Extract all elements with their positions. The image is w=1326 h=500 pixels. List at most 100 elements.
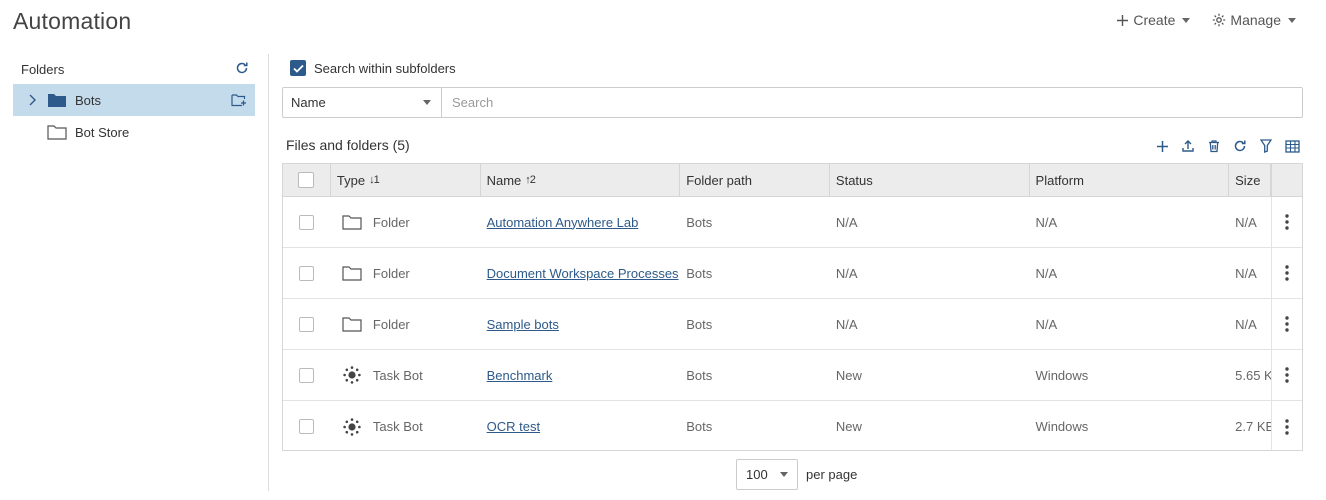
- search-input[interactable]: [442, 88, 1302, 117]
- tree-item-label: Bots: [75, 92, 102, 108]
- folder-icon: [341, 265, 363, 281]
- row-folder-path: Bots: [686, 214, 713, 230]
- folders-panel: Folders Bots Bot Store: [13, 54, 255, 148]
- per-page-value: 100: [746, 467, 768, 482]
- row-folder-path: Bots: [686, 367, 713, 383]
- row-status: N/A: [835, 265, 858, 281]
- refresh-icon[interactable]: [1232, 138, 1248, 154]
- row-type: Task Bot: [372, 419, 423, 434]
- sort-desc-icon: ↓1: [369, 174, 380, 186]
- row-checkbox[interactable]: [299, 419, 315, 434]
- tree-item-label: Bot Store: [75, 124, 130, 140]
- column-platform[interactable]: Platform: [1030, 164, 1230, 196]
- upload-icon[interactable]: [1180, 138, 1196, 154]
- folder-icon: [47, 124, 69, 140]
- row-checkbox[interactable]: [299, 316, 315, 332]
- row-type: Task Bot: [372, 367, 423, 383]
- chevron-down-icon: [1182, 17, 1191, 23]
- create-label: Create: [1133, 12, 1176, 28]
- row-folder-path: Bots: [686, 316, 713, 332]
- row-status: New: [835, 419, 862, 434]
- delete-icon[interactable]: [1206, 138, 1222, 154]
- filter-icon[interactable]: [1258, 138, 1274, 154]
- add-icon[interactable]: [1154, 138, 1170, 154]
- row-folder-path: Bots: [686, 265, 713, 281]
- files-title: Files and folders (5): [286, 137, 410, 153]
- pagination: 100 per page: [736, 459, 857, 490]
- row-menu-icon[interactable]: [1271, 248, 1302, 298]
- row-checkbox[interactable]: [299, 367, 315, 383]
- search-subfolders-checkbox[interactable]: [290, 60, 306, 76]
- row-size: N/A: [1235, 214, 1257, 230]
- per-page-label: per page: [806, 467, 858, 482]
- row-name-link[interactable]: Sample bots: [487, 317, 559, 332]
- row-menu-icon[interactable]: [1271, 350, 1302, 400]
- row-size: 5.65 K: [1235, 367, 1272, 383]
- table-row[interactable]: Folder Automation Anywhere Lab Bots N/A …: [283, 197, 1302, 248]
- per-page-select[interactable]: 100: [736, 459, 798, 490]
- select-all-checkbox[interactable]: [298, 172, 315, 188]
- chevron-down-icon: [1288, 17, 1296, 23]
- row-type: Folder: [372, 214, 410, 230]
- task-bot-icon: [341, 417, 363, 437]
- row-name-link[interactable]: OCR test: [487, 419, 540, 434]
- row-status: New: [835, 367, 862, 383]
- files-table: Type ↓1 Name ↑2 Folder path Status Platf…: [282, 163, 1303, 451]
- column-platform-label: Platform: [1035, 172, 1084, 188]
- column-name[interactable]: Name ↑2: [481, 164, 681, 196]
- table-row[interactable]: Task Bot OCR test Bots New Windows 2.7 K…: [283, 401, 1302, 450]
- table-row[interactable]: Folder Sample bots Bots N/A N/A N/A: [283, 299, 1302, 350]
- row-checkbox[interactable]: [299, 214, 315, 230]
- sort-asc-icon: ↑2: [525, 174, 536, 186]
- row-checkbox[interactable]: [299, 265, 315, 281]
- folder-icon: [341, 316, 363, 332]
- table-row[interactable]: Task Bot Benchmark Bots New Windows 5.65…: [283, 350, 1302, 401]
- row-size: N/A: [1235, 265, 1257, 281]
- column-folder-path-label: Folder path: [686, 172, 752, 188]
- row-size: N/A: [1235, 316, 1257, 332]
- folder-icon: [341, 214, 363, 230]
- folder-filled-icon: [47, 92, 69, 108]
- gear-icon: [1212, 13, 1226, 27]
- create-button[interactable]: Create: [1116, 12, 1191, 28]
- plus-icon: [1116, 14, 1129, 27]
- column-size[interactable]: Size: [1229, 164, 1272, 196]
- row-platform: N/A: [1035, 214, 1058, 230]
- refresh-icon[interactable]: [235, 61, 249, 78]
- row-status: N/A: [835, 214, 858, 230]
- folders-header: Folders: [13, 54, 255, 84]
- search-field-select[interactable]: Name: [283, 88, 442, 117]
- select-all-cell: [283, 164, 331, 196]
- column-status-label: Status: [835, 172, 873, 188]
- folders-title: Folders: [21, 61, 65, 77]
- table-header: Type ↓1 Name ↑2 Folder path Status Platf…: [283, 164, 1302, 197]
- add-subfolder-icon[interactable]: [231, 93, 247, 110]
- chevron-right-icon[interactable]: [19, 94, 47, 106]
- row-name-link[interactable]: Automation Anywhere Lab: [487, 215, 639, 230]
- row-size: 2.7 KB: [1235, 419, 1272, 434]
- table-view-icon[interactable]: [1284, 138, 1300, 154]
- row-menu-icon[interactable]: [1271, 401, 1302, 450]
- search-bar: Name: [282, 87, 1303, 118]
- row-name-link[interactable]: Document Workspace Processes: [487, 266, 679, 281]
- row-platform: N/A: [1035, 316, 1058, 332]
- task-bot-icon: [341, 365, 363, 385]
- chevron-down-icon: [423, 100, 431, 105]
- tree-item-bots[interactable]: Bots: [13, 84, 255, 116]
- row-platform: Windows: [1035, 367, 1089, 383]
- column-actions: [1271, 164, 1302, 196]
- column-name-label: Name: [486, 172, 522, 188]
- row-name-link[interactable]: Benchmark: [487, 368, 553, 383]
- tree-item-bot-store[interactable]: Bot Store: [13, 116, 255, 148]
- row-menu-icon[interactable]: [1271, 197, 1302, 247]
- column-type[interactable]: Type ↓1: [331, 164, 481, 196]
- chevron-down-icon: [780, 472, 788, 477]
- column-folder-path[interactable]: Folder path: [680, 164, 830, 196]
- search-subfolders-option[interactable]: Search within subfolders: [290, 60, 456, 76]
- manage-button[interactable]: Manage: [1212, 12, 1296, 28]
- row-menu-icon[interactable]: [1271, 299, 1302, 349]
- table-row[interactable]: Folder Document Workspace Processes Bots…: [283, 248, 1302, 299]
- column-status[interactable]: Status: [830, 164, 1030, 196]
- column-size-label: Size: [1235, 172, 1261, 188]
- header-actions: Create Manage: [1116, 12, 1296, 28]
